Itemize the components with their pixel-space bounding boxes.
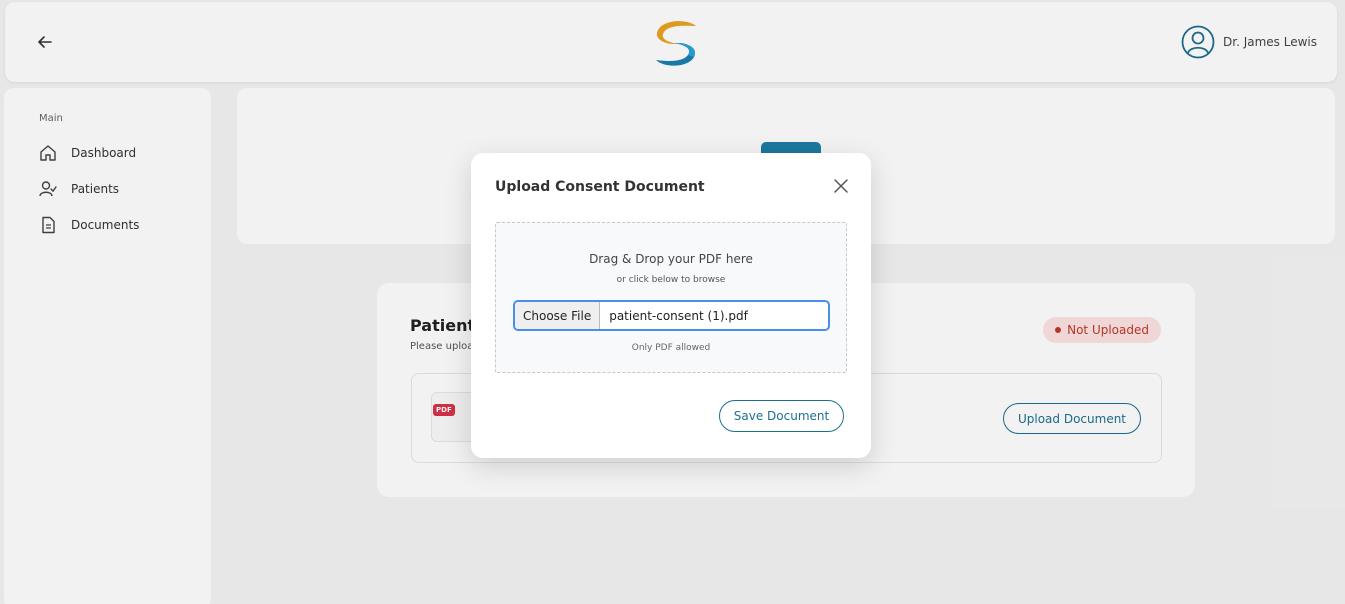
selected-file-name: patient-consent (1).pdf: [609, 308, 748, 323]
close-button[interactable]: [833, 178, 849, 194]
modal-title: Upload Consent Document: [495, 179, 705, 195]
dropzone-subtext: or click below to browse: [616, 275, 726, 285]
file-input[interactable]: Choose File patient-consent (1).pdf: [513, 300, 830, 331]
close-icon: [834, 179, 848, 193]
dropzone-text: Drag & Drop your PDF here: [589, 252, 753, 266]
file-type-note: Only PDF allowed: [631, 343, 711, 353]
choose-file-button[interactable]: Choose File: [515, 302, 601, 329]
upload-consent-modal: Upload Consent Document Drag & Drop your…: [471, 153, 871, 458]
pdf-dropzone[interactable]: Drag & Drop your PDF here or click below…: [495, 222, 847, 373]
save-document-button[interactable]: Save Document: [719, 400, 844, 432]
